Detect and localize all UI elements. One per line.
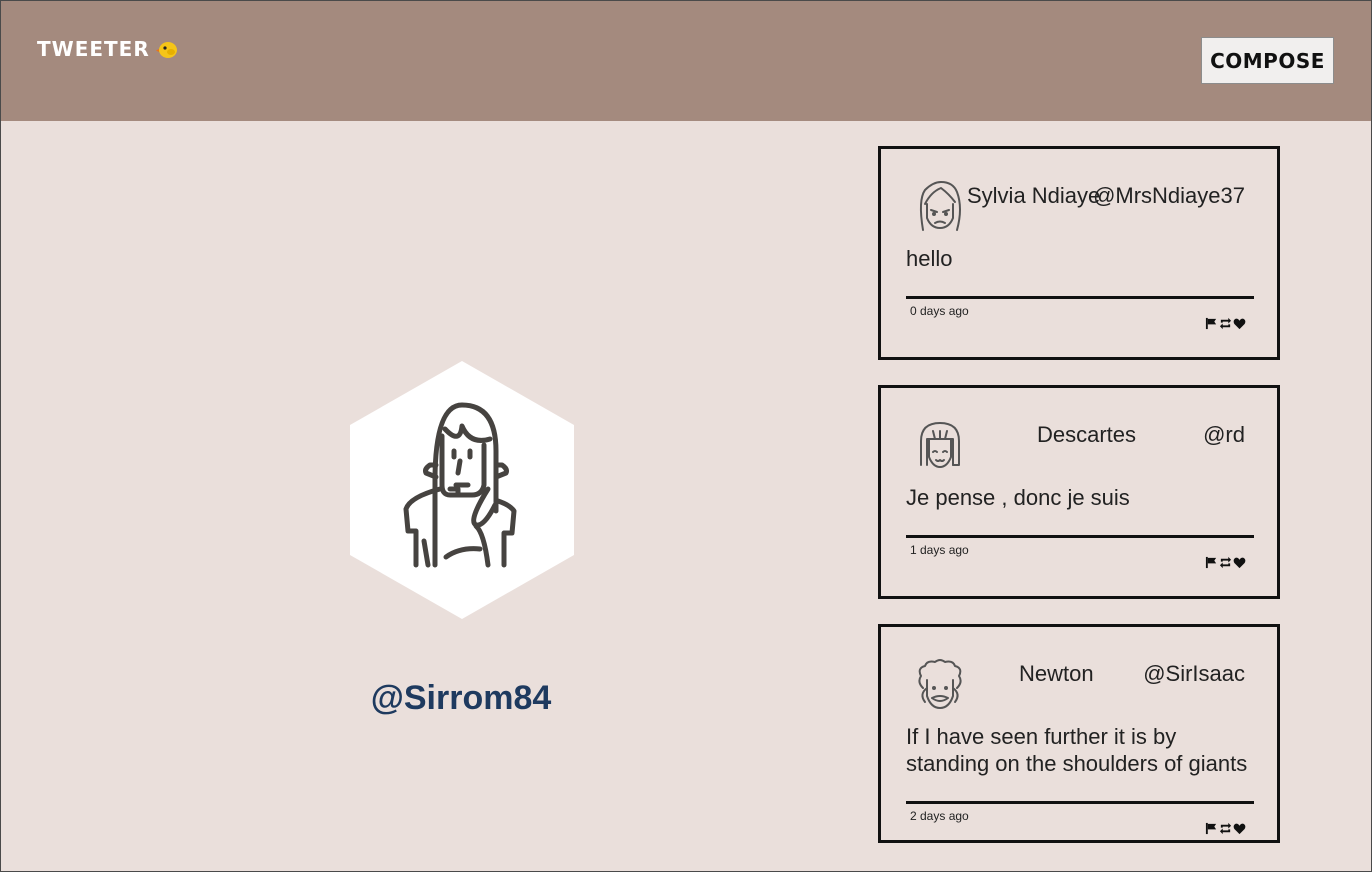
tweet-card: Sylvia Ndiaye @MrsNdiaye37 hello 0 days … — [878, 146, 1280, 360]
tweet-actions — [1205, 317, 1246, 330]
tweet-author-handle[interactable]: @MrsNdiaye37 — [1093, 183, 1245, 209]
heart-icon[interactable] — [1233, 822, 1246, 835]
heart-icon[interactable] — [1233, 317, 1246, 330]
tweet-timestamp: 1 days ago — [910, 543, 969, 557]
tweet-divider — [906, 535, 1254, 538]
tweet-text: Je pense , donc je suis — [906, 485, 1130, 510]
compose-button[interactable]: COMPOSE — [1201, 37, 1334, 84]
tweet-divider — [906, 296, 1254, 299]
tweet-author-handle[interactable]: @rd — [1203, 422, 1245, 448]
tweet-text: hello — [906, 246, 953, 271]
tweet-author-handle[interactable]: @SirIsaac — [1143, 661, 1245, 687]
tweet-text: If I have seen further it is by standing… — [906, 724, 1248, 776]
flag-icon[interactable] — [1205, 822, 1218, 835]
tweet-timestamp: 0 days ago — [910, 304, 969, 318]
retweet-icon[interactable] — [1219, 317, 1232, 330]
retweet-icon[interactable] — [1219, 822, 1232, 835]
woman-avatar-icon — [350, 361, 574, 619]
tweet-divider — [906, 801, 1254, 804]
brand[interactable]: TWEETER — [37, 37, 180, 61]
profile-handle: @Sirrom84 — [370, 679, 552, 717]
top-nav: TWEETER COMPOSE — [1, 1, 1371, 121]
sad-woman-avatar-icon — [919, 181, 961, 231]
chick-icon — [155, 42, 177, 58]
tweet-author-name: Newton — [1019, 661, 1094, 686]
tweet-author-name: Sylvia Ndiaye — [967, 183, 1101, 208]
brand-title: TWEETER — [37, 37, 150, 61]
tweet-author-name: Descartes — [1037, 422, 1137, 447]
tweet-actions — [1205, 556, 1246, 569]
tweet-timestamp: 2 days ago — [910, 809, 969, 823]
tweet-actions — [1205, 822, 1246, 835]
flag-icon[interactable] — [1205, 556, 1218, 569]
flag-icon[interactable] — [1205, 317, 1218, 330]
page: TWEETER COMPOSE @Sirrom84 Sylvia Ndiaye … — [0, 0, 1372, 872]
smiling-girl-avatar-icon — [920, 422, 960, 468]
retweet-icon[interactable] — [1219, 556, 1232, 569]
heart-icon[interactable] — [1233, 556, 1246, 569]
profile-avatar — [350, 361, 574, 619]
tweet-card: Descartes @rd Je pense , donc je suis 1 … — [878, 385, 1280, 599]
curly-haired-man-avatar-icon — [918, 659, 962, 709]
tweet-card: Newton @SirIsaac If I have seen further … — [878, 624, 1280, 843]
